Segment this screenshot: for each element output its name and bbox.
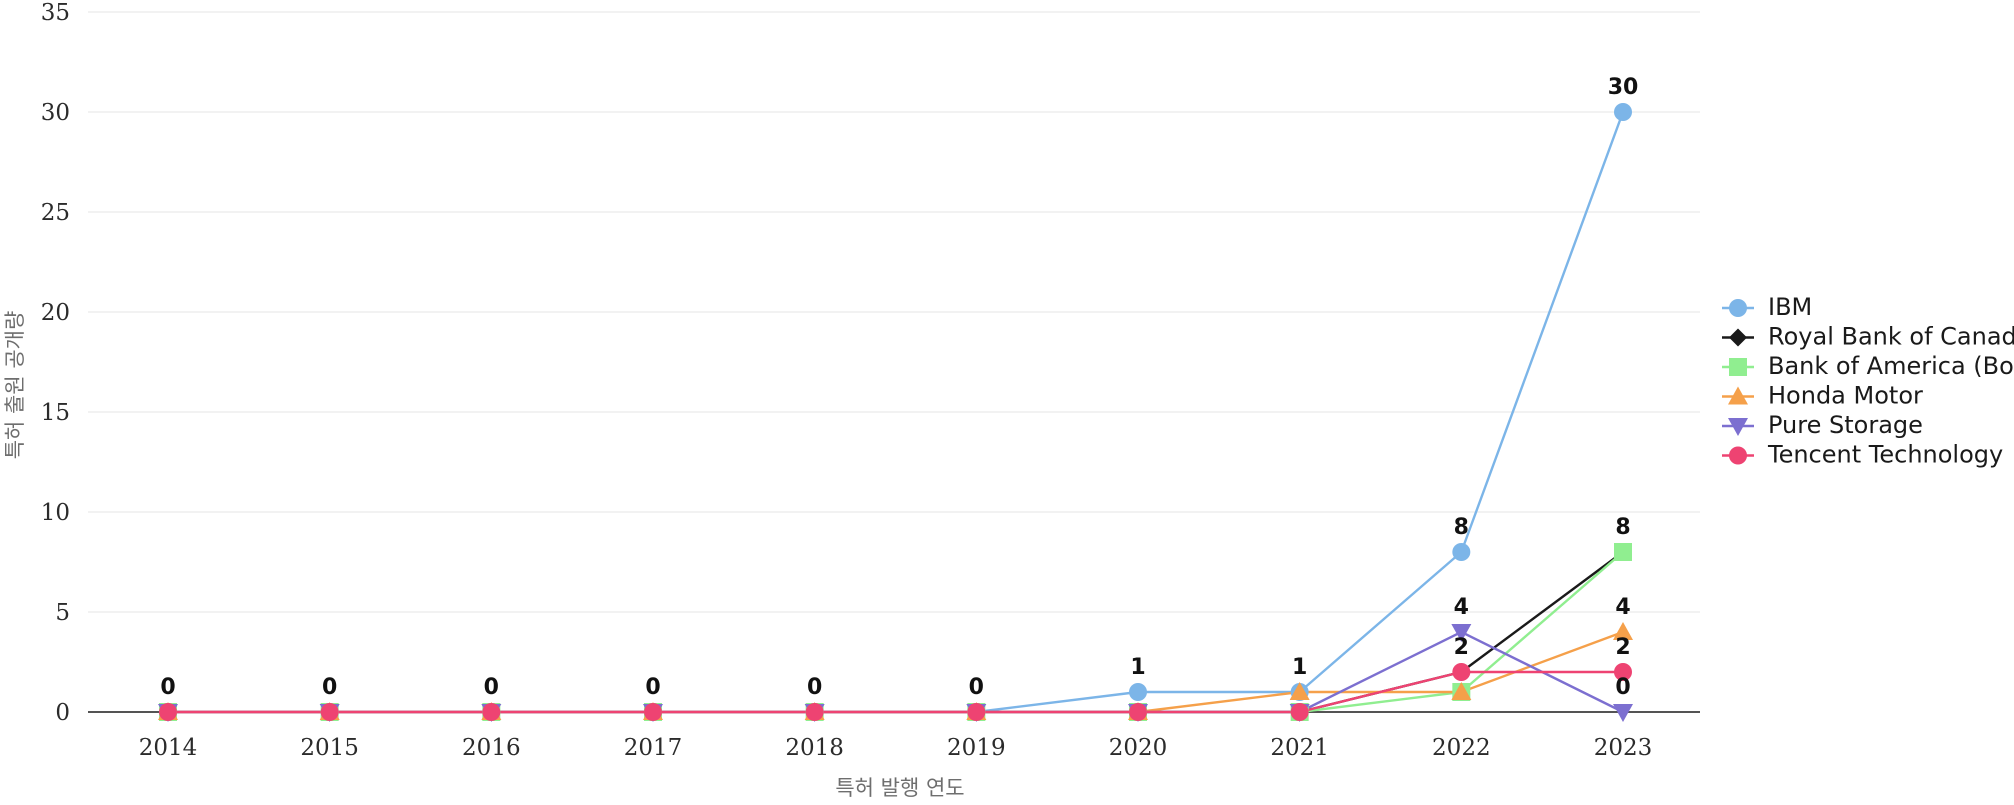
series-marker <box>1452 663 1471 681</box>
data-point-label: 1 <box>1292 655 1307 680</box>
series-marker <box>1129 703 1147 721</box>
x-tick-label: 2014 <box>139 735 198 761</box>
data-point-label: 2 <box>1454 635 1469 660</box>
data-point-label: 0 <box>645 675 660 700</box>
chart-legend: IBMRoyal Bank of Canada (RBC)Bank of Ame… <box>1722 293 2014 469</box>
legend-marker <box>1729 299 1747 317</box>
series-marker <box>482 703 501 721</box>
series-marker <box>1614 103 1632 121</box>
data-point-label: 0 <box>484 675 499 700</box>
x-tick-label: 2020 <box>1109 735 1168 761</box>
x-axis-ticks: 2014 2015 2016 2017 2018 2019 2020 2021 2022 2023 <box>139 735 1653 761</box>
line-chart: 0 5 10 15 20 25 30 35 2014 2015 2016 2017 2018 2019 2… <box>0 0 2014 805</box>
x-axis-title: 특허 발행 연도 <box>835 776 964 800</box>
legend-marker <box>1729 446 1747 465</box>
y-tick-label: 15 <box>41 400 70 426</box>
x-tick-label: 2021 <box>1270 735 1329 761</box>
chart-canvas: 05101520253035 2014 2015 2016 2017 2018 2019 2… <box>3 0 2014 800</box>
y-tick-label: 5 <box>55 600 70 626</box>
legend-label[interactable]: Royal Bank of Canada (RBC) <box>1768 323 2014 351</box>
data-point-label: 0 <box>807 675 822 700</box>
data-point-label: 8 <box>1615 515 1630 540</box>
data-point-label: 0 <box>160 675 175 700</box>
y-axis-ticks: 0 5 10 15 20 25 30 35 <box>41 0 70 726</box>
data-point-label: 0 <box>322 675 337 700</box>
y-tick-label: 20 <box>41 300 70 326</box>
series-marker <box>159 703 177 721</box>
series-marker <box>805 703 824 721</box>
data-point-label: 0 <box>1615 675 1630 700</box>
x-tick-label: 2017 <box>624 735 683 761</box>
data-point-label: 2 <box>1615 635 1630 660</box>
x-tick-label: 2018 <box>785 735 844 761</box>
y-axis-title: 특허 출원 공개량 <box>3 311 27 460</box>
x-tick-label: 2015 <box>300 735 359 761</box>
data-point-label: 4 <box>1615 595 1630 620</box>
y-tick-label: 35 <box>41 0 70 26</box>
series-marker <box>644 703 662 721</box>
legend-label[interactable]: Tencent Technology <box>1767 441 2003 469</box>
x-tick-label: 2019 <box>947 735 1006 761</box>
x-tick-label: 2022 <box>1432 735 1491 761</box>
series-marker <box>320 703 339 721</box>
series-marker <box>1290 703 1309 721</box>
y-tick-label: 25 <box>41 200 70 226</box>
legend-marker <box>1729 328 1747 347</box>
legend-label[interactable]: Bank of America (BoFA) <box>1768 352 2014 380</box>
series-marker <box>1129 683 1147 701</box>
series-line <box>166 550 1625 714</box>
legend-marker <box>1729 358 1747 376</box>
series-marker <box>967 703 986 721</box>
data-point-label: 4 <box>1454 595 1469 620</box>
y-tick-label: 30 <box>41 100 70 126</box>
legend-label[interactable]: Pure Storage <box>1768 411 1923 439</box>
y-tick-label: 10 <box>41 500 70 526</box>
data-point-label: 30 <box>1608 75 1639 100</box>
legend-label[interactable]: IBM <box>1768 293 1812 321</box>
data-point-label: 8 <box>1454 515 1469 540</box>
legend-label[interactable]: Honda Motor <box>1768 382 1923 410</box>
data-point-label: 1 <box>1130 655 1145 680</box>
series-line <box>166 550 1625 714</box>
y-tick-label: 0 <box>55 700 70 726</box>
x-tick-label: 2023 <box>1594 735 1653 761</box>
series-marker <box>1452 543 1471 561</box>
data-labels-group: 0 0 0 0 0 0 1 1 8 4 2 30 8 4 2 0 <box>160 75 1638 700</box>
data-point-label: 0 <box>969 675 984 700</box>
series-marker <box>1614 543 1632 561</box>
x-tick-label: 2016 <box>462 735 521 761</box>
series-marker <box>1613 704 1633 722</box>
